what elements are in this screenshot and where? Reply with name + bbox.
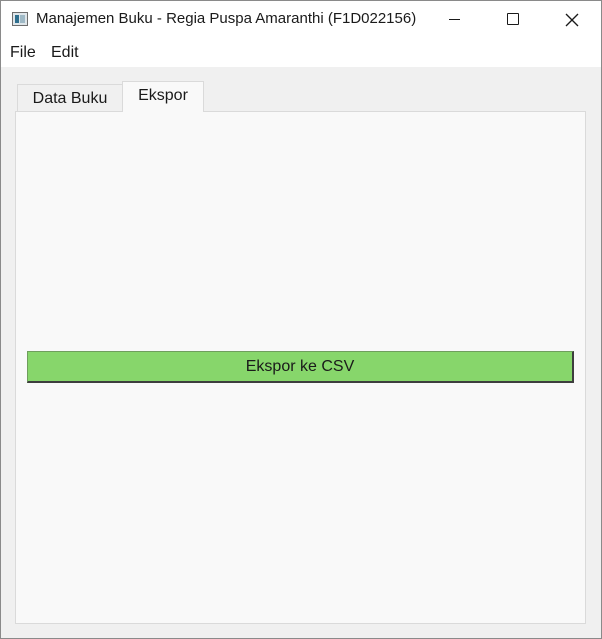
window-title: Manajemen Buku - Regia Puspa Amaranthi (… bbox=[36, 10, 417, 27]
maximize-button[interactable] bbox=[484, 1, 542, 38]
close-button[interactable] bbox=[543, 1, 601, 38]
tab-data-buku[interactable]: Data Buku bbox=[17, 84, 123, 111]
export-csv-button[interactable]: Ekspor ke CSV bbox=[27, 351, 574, 383]
maximize-icon bbox=[507, 13, 519, 25]
menu-edit[interactable]: Edit bbox=[51, 44, 79, 62]
close-icon bbox=[565, 13, 579, 27]
tab-ekspor[interactable]: Ekspor bbox=[122, 81, 204, 112]
app-icon bbox=[12, 12, 28, 26]
menu-bar: File Edit bbox=[1, 38, 601, 67]
title-bar[interactable]: Manajemen Buku - Regia Puspa Amaranthi (… bbox=[1, 1, 601, 38]
minimize-button[interactable] bbox=[425, 1, 483, 38]
minimize-icon bbox=[449, 19, 460, 20]
menu-file[interactable]: File bbox=[10, 44, 36, 62]
app-window: Manajemen Buku - Regia Puspa Amaranthi (… bbox=[0, 0, 602, 639]
